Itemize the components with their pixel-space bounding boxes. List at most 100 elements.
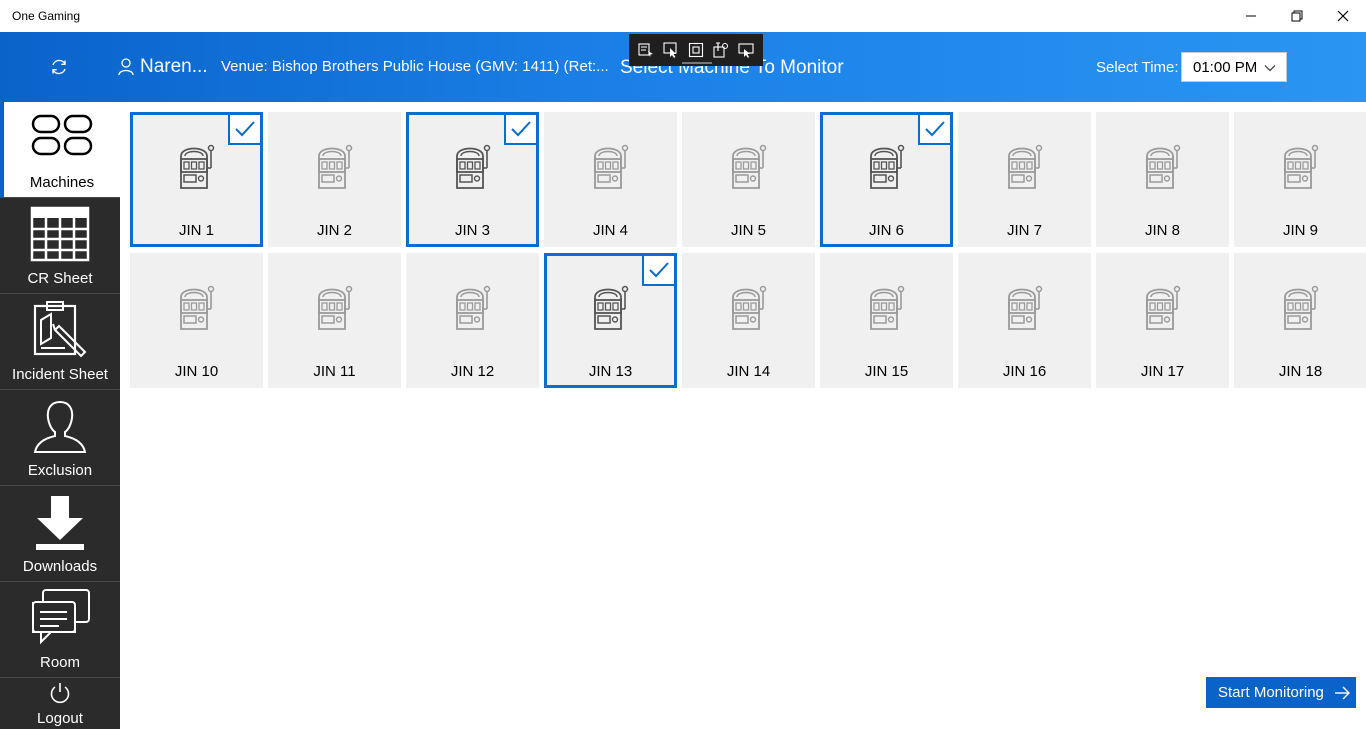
- machine-tile[interactable]: JIN 14: [682, 253, 815, 388]
- person-icon: [33, 400, 87, 453]
- slot-machine-graphic: [729, 283, 769, 336]
- checkmark-icon: [235, 121, 255, 137]
- select-time-label: Select Time:: [1096, 59, 1179, 76]
- slot-machine-graphic: [1143, 142, 1183, 195]
- logout-button[interactable]: Logout: [0, 678, 120, 729]
- machine-tile[interactable]: JIN 11: [268, 253, 401, 388]
- selected-checkbox[interactable]: [918, 115, 950, 145]
- toolbar-grip[interactable]: [682, 62, 712, 64]
- machine-tile[interactable]: JIN 4: [544, 112, 677, 247]
- slot-machine-graphic: [867, 283, 907, 336]
- slot-machine-icon: [1283, 285, 1318, 330]
- sidebar-item-label: Downloads: [22, 558, 98, 575]
- machine-label: JIN 3: [454, 222, 490, 239]
- toolbar-frame-button[interactable]: [685, 39, 707, 61]
- machine-tile[interactable]: JIN 16: [958, 253, 1091, 388]
- machine-tile[interactable]: JIN 9: [1234, 112, 1366, 247]
- machine-label: JIN 17: [1140, 363, 1185, 380]
- machine-tile[interactable]: JIN 1: [130, 112, 263, 247]
- slot-machine-icon: [1283, 144, 1318, 189]
- machine-tile[interactable]: JIN 7: [958, 112, 1091, 247]
- machine-label: JIN 10: [174, 363, 219, 380]
- sidebar-item-incident-sheet[interactable]: Incident Sheet: [0, 294, 120, 390]
- slot-machine-icon: [455, 144, 490, 189]
- machine-tile[interactable]: JIN 3: [406, 112, 539, 247]
- toolbar-present-button[interactable]: [735, 39, 757, 61]
- slot-machine-graphic: [1281, 283, 1321, 336]
- title-bar: One Gaming: [0, 0, 1366, 32]
- sidebar-item-cr-sheet[interactable]: CR Sheet: [0, 198, 120, 294]
- sidebar: Machines CR Sheet Incident Sheet Exclusi…: [0, 102, 120, 729]
- slot-machine-graphic: [1143, 283, 1183, 336]
- close-icon: [1337, 10, 1349, 22]
- floating-toolbar: [629, 34, 763, 66]
- slot-machine-icon: [179, 285, 214, 330]
- restore-icon: [1291, 10, 1303, 22]
- slot-machine-graphic: [177, 283, 217, 336]
- machine-tile[interactable]: JIN 15: [820, 253, 953, 388]
- slot-machine-icon: [593, 285, 628, 330]
- machine-label: JIN 1: [178, 222, 214, 239]
- time-dropdown-value: 01:00 PM: [1193, 58, 1258, 76]
- close-button[interactable]: [1320, 0, 1366, 32]
- power-icon: [50, 683, 70, 704]
- arrow-right-icon: [1335, 686, 1350, 700]
- machine-tile[interactable]: JIN 17: [1096, 253, 1229, 388]
- download-icon: [36, 496, 84, 550]
- refresh-button[interactable]: [44, 52, 74, 82]
- checkmark-icon: [649, 262, 669, 278]
- machine-tile[interactable]: JIN 13: [544, 253, 677, 388]
- machine-label: JIN 2: [316, 222, 352, 239]
- machine-label: JIN 13: [588, 363, 633, 380]
- slot-machine-icon: [317, 285, 352, 330]
- machine-label: JIN 9: [1282, 222, 1318, 239]
- machine-tile[interactable]: JIN 10: [130, 253, 263, 388]
- slot-machine-icon: [869, 285, 904, 330]
- machine-label: JIN 5: [730, 222, 766, 239]
- sidebar-item-label: Incident Sheet: [12, 366, 108, 383]
- sidebar-item-exclusion[interactable]: Exclusion: [0, 390, 120, 486]
- app-title: One Gaming: [12, 9, 81, 23]
- machine-label: JIN 8: [1144, 222, 1180, 239]
- selected-checkbox[interactable]: [642, 256, 674, 286]
- machine-tile[interactable]: JIN 6: [820, 112, 953, 247]
- slot-machine-icon: [731, 144, 766, 189]
- machine-label: JIN 11: [313, 363, 356, 380]
- machine-tile[interactable]: JIN 5: [682, 112, 815, 247]
- toolbar-inspect-button[interactable]: [710, 39, 732, 61]
- machines-icon: [31, 114, 93, 156]
- selected-checkbox[interactable]: [228, 115, 260, 145]
- sidebar-item-machines[interactable]: Machines: [0, 102, 120, 198]
- machine-tile[interactable]: JIN 12: [406, 253, 539, 388]
- user-icon: [118, 58, 134, 76]
- restore-button[interactable]: [1274, 0, 1320, 32]
- start-monitoring-button[interactable]: Start Monitoring: [1206, 677, 1356, 708]
- selected-checkbox[interactable]: [504, 115, 536, 145]
- current-user: Naren...: [118, 56, 208, 78]
- slot-machine-icon: [179, 144, 214, 189]
- machine-label: JIN 7: [1006, 222, 1042, 239]
- sidebar-item-downloads[interactable]: Downloads: [0, 486, 120, 582]
- frame-icon: [688, 42, 704, 58]
- slot-machine-graphic: [453, 142, 493, 195]
- slot-machine-graphic: [1005, 142, 1045, 195]
- machine-label: JIN 12: [450, 363, 495, 380]
- toolbar-pointer-button[interactable]: [660, 39, 682, 61]
- toolbar-select-element-button[interactable]: [635, 39, 657, 61]
- machine-tile[interactable]: JIN 2: [268, 112, 401, 247]
- machine-tile[interactable]: JIN 18: [1234, 253, 1366, 388]
- slot-machine-graphic: [453, 283, 493, 336]
- machine-label: JIN 6: [868, 222, 904, 239]
- slot-machine-icon: [1007, 285, 1042, 330]
- clipboard-pen-icon: [33, 301, 87, 358]
- sidebar-item-label: CR Sheet: [27, 270, 93, 287]
- minimize-button[interactable]: [1228, 0, 1274, 32]
- user-name: Naren...: [140, 56, 208, 77]
- checkmark-icon: [925, 121, 945, 137]
- chat-bubbles-icon: [32, 589, 90, 645]
- time-dropdown[interactable]: 01:00 PM: [1181, 52, 1287, 82]
- start-monitoring-label: Start Monitoring: [1218, 684, 1324, 701]
- machine-label: JIN 15: [864, 363, 909, 380]
- sidebar-item-room[interactable]: Room: [0, 582, 120, 678]
- machine-tile[interactable]: JIN 8: [1096, 112, 1229, 247]
